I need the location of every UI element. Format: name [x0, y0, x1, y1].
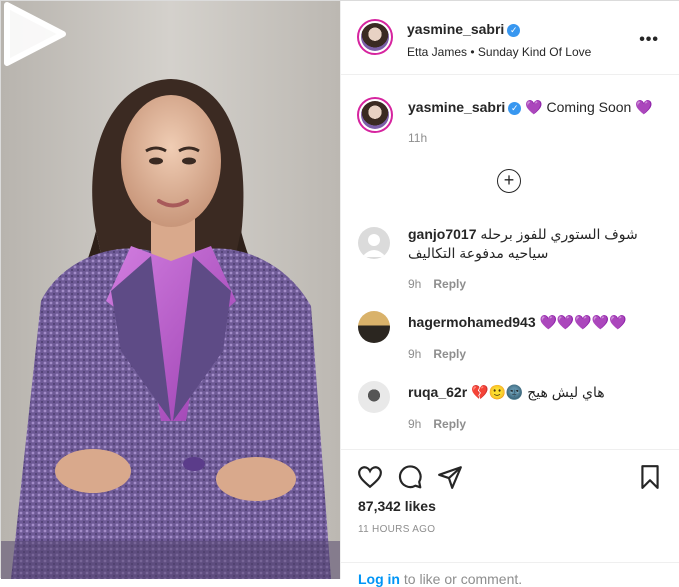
- author-info: yasmine_sabri ✓ Etta James • Sunday Kind …: [407, 21, 591, 59]
- caption-text-row: yasmine_sabri ✓ 💜 Coming Soon 💜: [408, 99, 668, 116]
- author-username[interactable]: yasmine_sabri: [407, 21, 504, 37]
- save-bookmark-icon[interactable]: [637, 464, 663, 490]
- reply-button[interactable]: Reply: [433, 347, 466, 361]
- comment-text: هاي ليش هيج 🌚🙂💔: [471, 384, 605, 400]
- like-heart-icon[interactable]: [357, 464, 383, 490]
- post-panel: yasmine_sabri ✓ Etta James • Sunday Kind …: [340, 1, 679, 587]
- comment-avatar[interactable]: [358, 227, 390, 259]
- post-video[interactable]: [1, 1, 340, 579]
- purple-heart-emoji: 💜: [525, 99, 543, 115]
- comment-avatar[interactable]: [358, 381, 390, 413]
- comment-row: ganjo7017 شوف الستوري للفوز برحله سياحيه…: [408, 225, 668, 263]
- comment-time[interactable]: 9h: [408, 347, 421, 361]
- comment-icon[interactable]: [397, 464, 423, 490]
- comment-meta: 9h Reply: [408, 345, 466, 363]
- verified-badge-icon: ✓: [507, 24, 521, 37]
- login-prompt: Log in to like or comment.: [341, 562, 679, 587]
- comment-username[interactable]: hagermohamed943: [408, 314, 536, 330]
- caption-username[interactable]: yasmine_sabri: [408, 99, 505, 115]
- share-icon[interactable]: [437, 464, 463, 490]
- post-timestamp[interactable]: 11 HOURS AGO: [358, 524, 435, 535]
- comment-meta: 9h Reply: [408, 415, 466, 433]
- audio-track[interactable]: Etta James • Sunday Kind Of Love: [407, 45, 591, 59]
- caption-text: Coming Soon: [546, 99, 632, 115]
- play-icon[interactable]: [1, 1, 67, 67]
- comment-avatar[interactable]: [358, 311, 390, 343]
- reply-button[interactable]: Reply: [433, 277, 466, 291]
- comment-username[interactable]: ruqa_62r: [408, 384, 467, 400]
- comment-username[interactable]: ganjo7017: [408, 226, 476, 242]
- caption-avatar[interactable]: [357, 97, 393, 133]
- caption-time[interactable]: 11h: [408, 131, 427, 145]
- likes-label: likes: [404, 498, 436, 514]
- comment-row: ruqa_62r هاي ليش هيج 🌚🙂💔: [408, 383, 668, 402]
- login-prompt-text: to like or comment.: [400, 571, 523, 587]
- comment-text: 💜💜💜💜💜: [539, 314, 627, 330]
- comment-time[interactable]: 9h: [408, 277, 421, 291]
- author-avatar[interactable]: [357, 19, 393, 55]
- verified-badge-icon: ✓: [508, 102, 522, 115]
- video-frame-image: [1, 1, 340, 579]
- comment-meta: 9h Reply: [408, 275, 466, 293]
- post-header: yasmine_sabri ✓ Etta James • Sunday Kind …: [341, 1, 679, 75]
- purple-heart-emoji: 💜: [635, 99, 653, 115]
- likes-count[interactable]: 87,342 likes: [358, 498, 436, 514]
- comment-time[interactable]: 9h: [408, 417, 421, 431]
- comment-row: hagermohamed943 💜💜💜💜💜: [408, 313, 668, 332]
- load-more-comments-icon[interactable]: +: [497, 169, 521, 193]
- likes-number: 87,342: [358, 498, 401, 514]
- more-options-icon[interactable]: •••: [639, 31, 659, 49]
- post-actions: 87,342 likes 11 HOURS AGO Log in to like…: [341, 449, 679, 587]
- reply-button[interactable]: Reply: [433, 417, 466, 431]
- post-frame: yasmine_sabri ✓ Etta James • Sunday Kind …: [0, 0, 679, 587]
- login-link[interactable]: Log in: [358, 571, 400, 587]
